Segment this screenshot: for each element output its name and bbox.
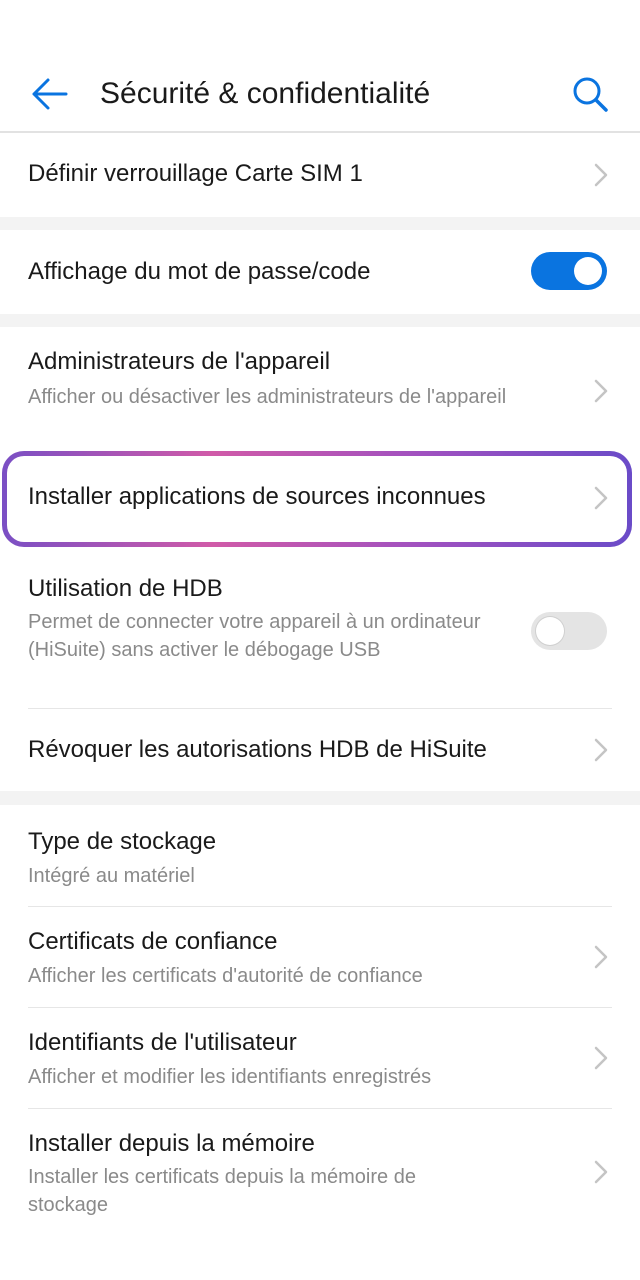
revoke-hdb-item[interactable]: Révoquer les autorisations HDB de HiSuit… [0,709,640,791]
chevron-right-icon [594,945,608,969]
section-gap [0,217,640,230]
unknown-sources-label: Installer applications de sources inconn… [28,483,486,510]
page-title: Sécurité & confidentialité [100,77,431,110]
device-admins-item[interactable]: Administrateurs de l'appareil Afficher o… [0,327,640,447]
chevron-right-icon [594,379,608,403]
storage-type-item: Type de stockage Intégré au matériel [0,805,640,907]
trusted-certs-item[interactable]: Certificats de confiance Afficher les ce… [0,907,640,1007]
toggle-knob [536,617,564,645]
section-gap [0,791,640,805]
trusted-certs-sub: Afficher les certificats d'autorité de c… [28,965,423,987]
device-admins-sub: Afficher ou désactiver les administrateu… [28,386,507,408]
password-display-toggle[interactable] [531,252,607,290]
search-icon[interactable] [570,74,610,114]
hdb-toggle[interactable] [531,612,607,650]
section-gap [0,314,640,327]
chevron-right-icon [594,1046,608,1070]
hdb-item[interactable]: Utilisation de HDB Permet de connecter v… [0,560,640,708]
toggle-knob [574,257,602,285]
chevron-right-icon [594,486,608,510]
password-display-item[interactable]: Affichage du mot de passe/code [0,230,640,314]
unknown-sources-item[interactable]: Installer applications de sources inconn… [0,460,640,538]
trusted-certs-label: Certificats de confiance [28,928,278,955]
chevron-right-icon [594,1160,608,1184]
password-display-label: Affichage du mot de passe/code [28,258,371,285]
install-from-storage-item[interactable]: Installer depuis la mémoire Installer le… [0,1109,640,1239]
app-bar: Sécurité & confidentialité [0,56,640,132]
user-credentials-sub: Afficher et modifier les identifiants en… [28,1066,432,1088]
install-from-storage-label: Installer depuis la mémoire [28,1130,315,1157]
device-admins-label: Administrateurs de l'appareil [28,348,331,375]
hdb-label: Utilisation de HDB [28,575,223,602]
chevron-right-icon [594,163,608,187]
back-arrow-icon[interactable] [30,76,68,112]
storage-type-label: Type de stockage [28,828,217,855]
hdb-sub: Permet de connecter votre appareil à un … [28,611,481,661]
sim-lock-item[interactable]: Définir verrouillage Carte SIM 1 [0,133,640,217]
chevron-right-icon [594,738,608,762]
user-credentials-label: Identifiants de l'utilisateur [28,1029,297,1056]
user-credentials-item[interactable]: Identifiants de l'utilisateur Afficher e… [0,1008,640,1108]
install-from-storage-sub: Installer les certificats depuis la mémo… [28,1166,416,1216]
revoke-hdb-label: Révoquer les autorisations HDB de HiSuit… [28,736,487,763]
storage-type-sub: Intégré au matériel [28,865,195,887]
sim-lock-label: Définir verrouillage Carte SIM 1 [28,160,363,187]
